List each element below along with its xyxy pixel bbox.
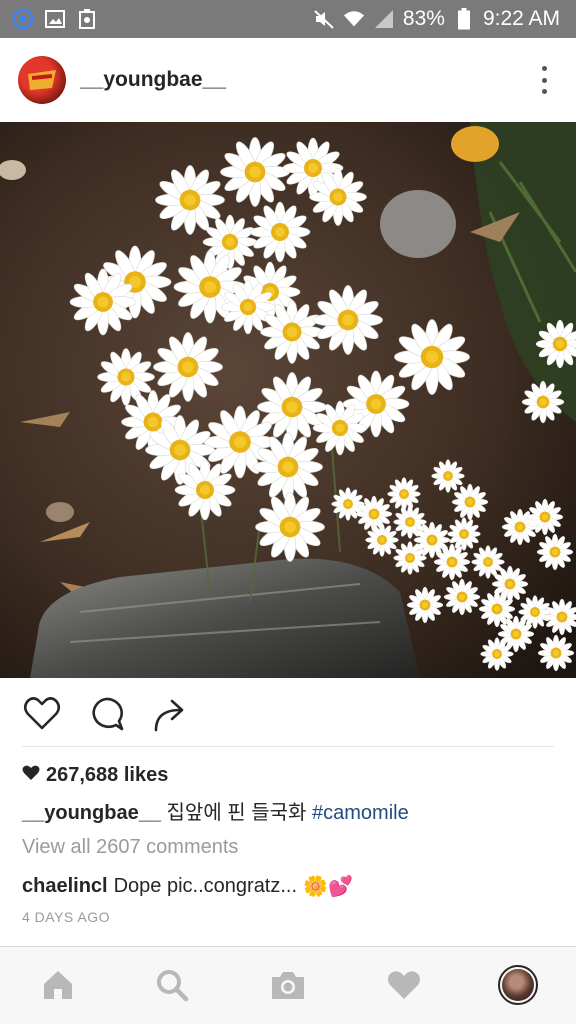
- heart-icon[interactable]: [384, 965, 424, 1005]
- bottom-nav: [0, 946, 576, 1024]
- divider: [22, 746, 554, 747]
- home-icon[interactable]: [38, 965, 78, 1005]
- camera-icon[interactable]: [268, 965, 308, 1005]
- like-icon[interactable]: [22, 694, 62, 734]
- view-all-comments-link[interactable]: View all 2607 comments: [22, 836, 238, 859]
- caption: __youngbae__ 집앞에 핀 들국화 #camomile: [22, 796, 409, 825]
- profile-avatar[interactable]: [498, 965, 538, 1005]
- post-photo[interactable]: [0, 122, 576, 678]
- caption-text: 집앞에 핀 들국화: [166, 802, 307, 824]
- post-timestamp: 4 DAYS AGO: [22, 909, 110, 925]
- comment: chaelincl Dope pic..congratz... 🌼💕: [22, 874, 353, 899]
- heart-filled-icon: [22, 764, 40, 787]
- image-icon: [44, 8, 66, 30]
- caption-hashtag[interactable]: #camomile: [312, 802, 409, 824]
- search-icon[interactable]: [152, 965, 192, 1005]
- post-header: __youngbae__: [0, 38, 576, 122]
- caption-username[interactable]: __youngbae__: [22, 802, 161, 824]
- wifi-icon: [343, 8, 365, 30]
- likes-count[interactable]: 267,688 likes: [22, 764, 168, 787]
- signal-icon: [373, 8, 395, 30]
- comment-username[interactable]: chaelincl: [22, 875, 108, 898]
- comment-text: Dope pic..congratz...: [113, 875, 298, 897]
- likes-label: 267,688 likes: [46, 764, 169, 786]
- share-icon[interactable]: [150, 694, 190, 734]
- mute-icon: [313, 8, 335, 30]
- chrome-icon: [12, 8, 34, 30]
- screenshot-icon: [76, 8, 98, 30]
- comment-emoji: 🌼💕: [303, 876, 353, 898]
- comment-icon[interactable]: [86, 694, 126, 734]
- post-actions: [0, 690, 576, 740]
- battery-icon: [453, 8, 475, 30]
- more-options-icon[interactable]: [540, 66, 548, 94]
- clock: 9:22 AM: [482, 7, 560, 30]
- avatar[interactable]: [18, 56, 66, 104]
- status-bar: 83% 9:22 AM: [0, 0, 576, 38]
- battery-percent: 83%: [402, 7, 445, 30]
- post-username[interactable]: __youngbae__: [80, 68, 226, 92]
